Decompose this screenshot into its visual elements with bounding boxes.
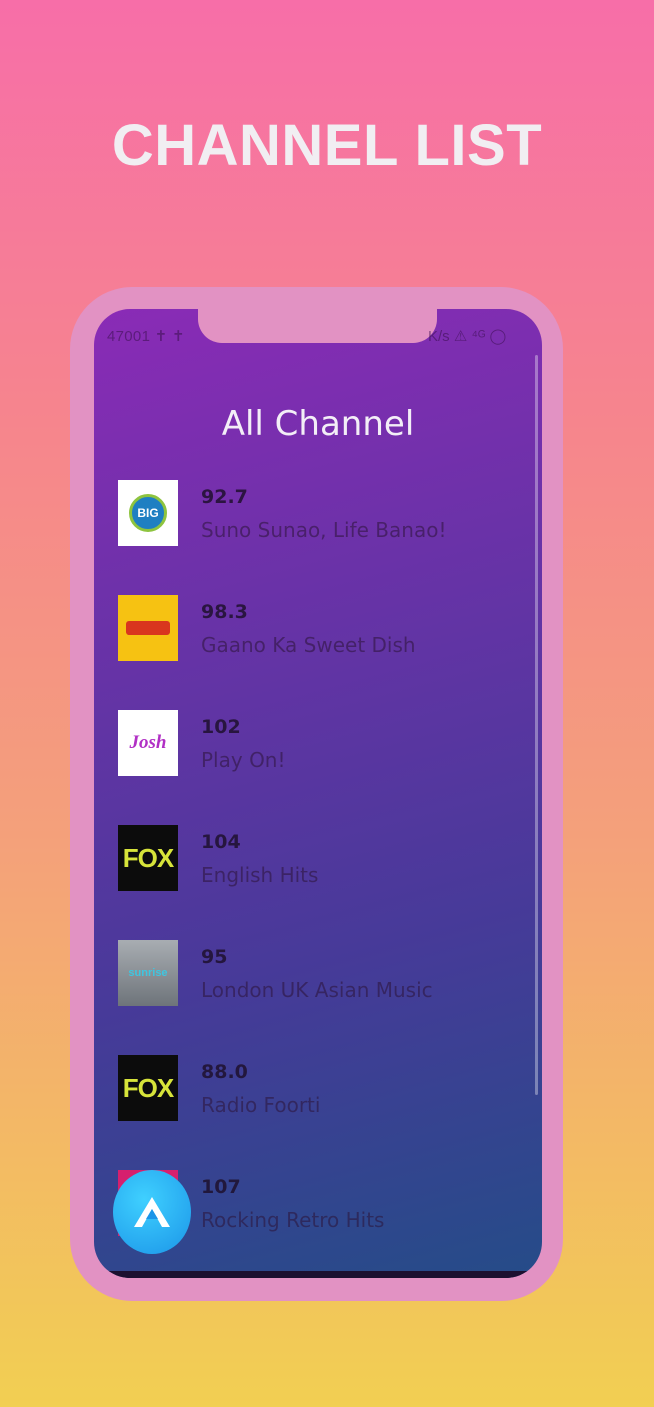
channel-tagline: London UK Asian Music (201, 978, 433, 1002)
channel-tagline: English Hits (201, 863, 319, 887)
scrollbar[interactable] (535, 355, 538, 1095)
channel-item[interactable]: sunrise 95 London UK Asian Music (118, 940, 528, 1008)
channel-frequency: 107 (201, 1176, 241, 1198)
channel-item[interactable]: FOX 104 English Hits (118, 825, 528, 893)
phone-notch (198, 300, 437, 343)
channel-tagline: Radio Foorti (201, 1093, 321, 1117)
screen-title: All Channel (221, 404, 415, 444)
status-bar-right: K/s ⚠ ⁴ᴳ ◯ (428, 328, 507, 345)
sunrise-logo-icon: sunrise (128, 967, 168, 979)
phone-screen (94, 309, 542, 1278)
channel-item[interactable]: BIG 92.7 Suno Sunao, Life Banao! (118, 480, 528, 548)
channel-tagline: Gaano Ka Sweet Dish (201, 633, 416, 657)
channel-frequency: 95 (201, 946, 228, 968)
channel-item[interactable]: 98.3 Gaano Ka Sweet Dish (118, 595, 528, 663)
channel-frequency: 98.3 (201, 601, 248, 623)
channel-frequency: 102 (201, 716, 241, 738)
app-logo-icon (134, 1197, 170, 1227)
fox-logo-icon: FOX (122, 1072, 174, 1103)
channel-tagline: Suno Sunao, Life Banao! (201, 518, 447, 542)
channel-logo (118, 595, 178, 661)
channel-tagline: Rocking Retro Hits (201, 1208, 385, 1232)
status-bar-left: 47001 ✝ ✝ (107, 328, 185, 345)
channel-logo: FOX (118, 1055, 178, 1121)
channel-logo: Josh (118, 710, 178, 776)
channel-tagline: Play On! (201, 748, 286, 772)
channel-frequency: 104 (201, 831, 241, 853)
channel-logo: BIG (118, 480, 178, 546)
josh-logo-icon: Josh (129, 732, 167, 753)
channel-logo: sunrise (118, 940, 178, 1006)
channel-item[interactable]: FOX 88.0 Radio Foorti (118, 1055, 528, 1123)
channel-frequency: 88.0 (201, 1061, 248, 1083)
fox-logo-icon: FOX (122, 842, 174, 873)
channel-frequency: 92.7 (201, 486, 248, 508)
big-fm-logo-icon: BIG (129, 494, 167, 532)
app-logo-button[interactable] (113, 1170, 191, 1254)
page-headline: CHANNEL LIST (111, 113, 543, 178)
channel-logo: FOX (118, 825, 178, 891)
channel-item[interactable]: Josh 102 Play On! (118, 710, 528, 778)
radio-logo-icon (126, 621, 170, 635)
